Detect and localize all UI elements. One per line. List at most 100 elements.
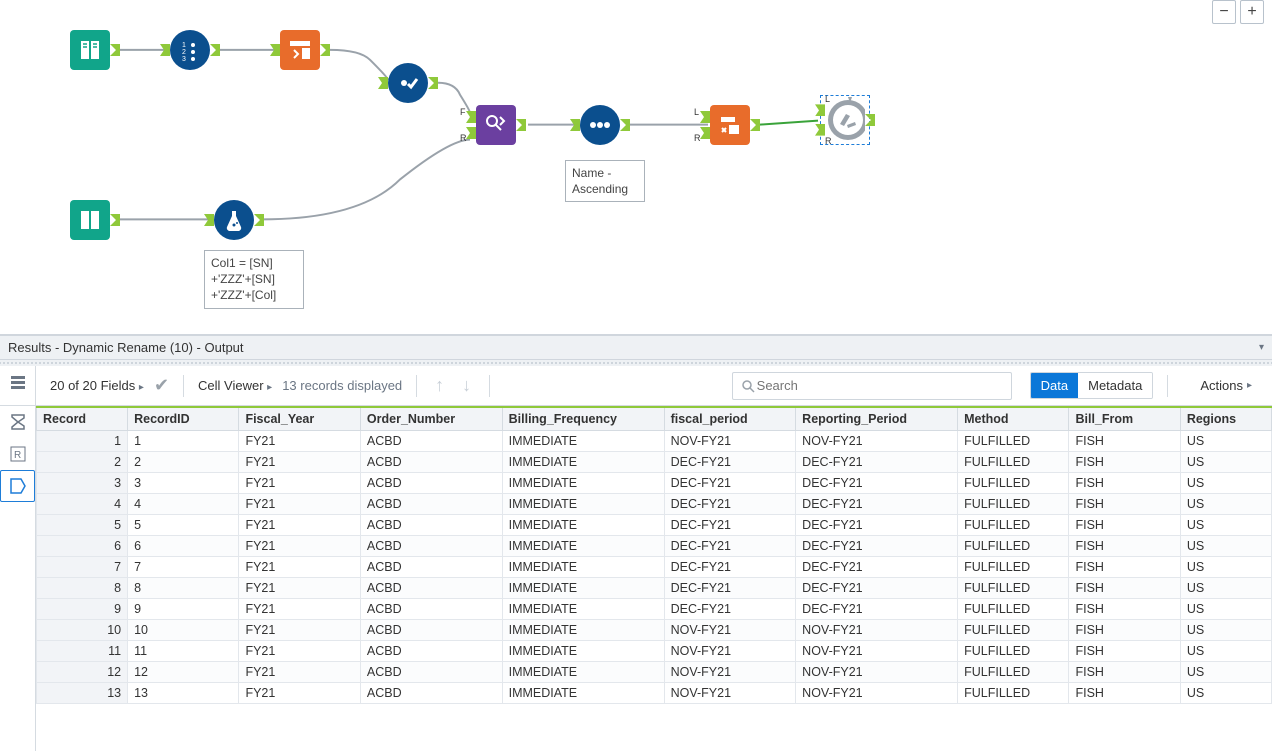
table-cell[interactable]: US — [1180, 536, 1271, 557]
table-cell[interactable]: FY21 — [239, 599, 360, 620]
column-header[interactable]: Order_Number — [360, 407, 502, 431]
table-cell[interactable]: IMMEDIATE — [502, 662, 664, 683]
table-cell[interactable]: IMMEDIATE — [502, 431, 664, 452]
find-replace-tool[interactable]: F R — [476, 105, 516, 145]
column-header[interactable]: Method — [958, 407, 1069, 431]
table-cell[interactable]: FULFILLED — [958, 599, 1069, 620]
table-cell[interactable]: DEC-FY21 — [664, 536, 796, 557]
table-cell[interactable]: NOV-FY21 — [796, 641, 958, 662]
table-cell[interactable]: FISH — [1069, 494, 1180, 515]
table-cell[interactable]: DEC-FY21 — [796, 494, 958, 515]
table-cell[interactable]: NOV-FY21 — [664, 662, 796, 683]
table-cell[interactable]: FULFILLED — [958, 620, 1069, 641]
column-header[interactable]: fiscal_period — [664, 407, 796, 431]
table-cell[interactable]: DEC-FY21 — [664, 578, 796, 599]
table-cell[interactable]: IMMEDIATE — [502, 641, 664, 662]
table-cell[interactable]: FISH — [1069, 641, 1180, 662]
collapse-chevron-icon[interactable]: ▾ — [1259, 342, 1264, 353]
table-cell[interactable]: IMMEDIATE — [502, 557, 664, 578]
table-cell[interactable]: DEC-FY21 — [664, 494, 796, 515]
table-cell[interactable]: FY21 — [239, 473, 360, 494]
table-cell[interactable]: FULFILLED — [958, 641, 1069, 662]
table-cell[interactable]: 2 — [37, 452, 128, 473]
table-row[interactable]: 77FY21ACBDIMMEDIATEDEC-FY21DEC-FY21FULFI… — [37, 557, 1272, 578]
table-cell[interactable]: DEC-FY21 — [796, 557, 958, 578]
table-cell[interactable]: 11 — [128, 641, 239, 662]
table-cell[interactable]: FY21 — [239, 494, 360, 515]
table-cell[interactable]: NOV-FY21 — [664, 431, 796, 452]
table-cell[interactable]: 6 — [128, 536, 239, 557]
column-header[interactable]: Record — [37, 407, 128, 431]
table-cell[interactable]: ACBD — [360, 578, 502, 599]
table-cell[interactable]: IMMEDIATE — [502, 536, 664, 557]
table-cell[interactable]: 1 — [128, 431, 239, 452]
table-cell[interactable]: FISH — [1069, 452, 1180, 473]
input-data-tool-2[interactable] — [70, 200, 110, 240]
table-cell[interactable]: FULFILLED — [958, 578, 1069, 599]
table-cell[interactable]: NOV-FY21 — [664, 641, 796, 662]
table-cell[interactable]: ACBD — [360, 620, 502, 641]
table-cell[interactable]: FULFILLED — [958, 557, 1069, 578]
actions-dropdown[interactable]: Actions ▸ — [1194, 378, 1258, 393]
table-cell[interactable]: US — [1180, 431, 1271, 452]
table-cell[interactable]: 10 — [128, 620, 239, 641]
column-header[interactable]: Fiscal_Year — [239, 407, 360, 431]
table-cell[interactable]: ACBD — [360, 473, 502, 494]
table-cell[interactable]: ACBD — [360, 515, 502, 536]
table-row[interactable]: 55FY21ACBDIMMEDIATEDEC-FY21DEC-FY21FULFI… — [37, 515, 1272, 536]
formula-tool[interactable] — [214, 200, 254, 240]
table-cell[interactable]: ACBD — [360, 557, 502, 578]
tab-data[interactable]: Data — [1031, 373, 1078, 398]
table-cell[interactable]: FISH — [1069, 662, 1180, 683]
table-cell[interactable]: DEC-FY21 — [796, 515, 958, 536]
table-cell[interactable]: IMMEDIATE — [502, 515, 664, 536]
table-cell[interactable]: FULFILLED — [958, 473, 1069, 494]
tab-metadata[interactable]: Metadata — [1078, 373, 1152, 398]
table-cell[interactable]: FY21 — [239, 536, 360, 557]
table-cell[interactable]: 4 — [128, 494, 239, 515]
output-tool-selected[interactable]: L R — [820, 95, 870, 145]
table-row[interactable]: 44FY21ACBDIMMEDIATEDEC-FY21DEC-FY21FULFI… — [37, 494, 1272, 515]
table-row[interactable]: 1010FY21ACBDIMMEDIATENOV-FY21NOV-FY21FUL… — [37, 620, 1272, 641]
table-cell[interactable]: ACBD — [360, 431, 502, 452]
table-cell[interactable]: DEC-FY21 — [664, 515, 796, 536]
side-tab-sigma[interactable] — [0, 406, 35, 438]
table-cell[interactable]: ACBD — [360, 683, 502, 704]
cell-viewer-dropdown[interactable]: Cell Viewer ▸ — [198, 378, 272, 393]
table-cell[interactable]: DEC-FY21 — [796, 599, 958, 620]
dynamic-rename-tool[interactable]: L R — [710, 105, 750, 145]
table-cell[interactable]: FY21 — [239, 662, 360, 683]
table-cell[interactable]: IMMEDIATE — [502, 494, 664, 515]
table-cell[interactable]: NOV-FY21 — [796, 662, 958, 683]
table-row[interactable]: 88FY21ACBDIMMEDIATEDEC-FY21DEC-FY21FULFI… — [37, 578, 1272, 599]
table-cell[interactable]: DEC-FY21 — [664, 557, 796, 578]
table-cell[interactable]: 4 — [37, 494, 128, 515]
table-cell[interactable]: FULFILLED — [958, 494, 1069, 515]
table-cell[interactable]: NOV-FY21 — [796, 683, 958, 704]
table-cell[interactable]: 3 — [37, 473, 128, 494]
column-header[interactable]: Billing_Frequency — [502, 407, 664, 431]
data-metadata-toggle[interactable]: Data Metadata — [1030, 372, 1154, 399]
table-cell[interactable]: IMMEDIATE — [502, 620, 664, 641]
table-cell[interactable]: DEC-FY21 — [796, 473, 958, 494]
table-cell[interactable]: FISH — [1069, 473, 1180, 494]
table-cell[interactable]: FY21 — [239, 641, 360, 662]
table-cell[interactable]: NOV-FY21 — [796, 620, 958, 641]
fields-dropdown[interactable]: 20 of 20 Fields ▸ — [50, 378, 144, 393]
table-cell[interactable]: DEC-FY21 — [664, 599, 796, 620]
table-cell[interactable]: NOV-FY21 — [664, 683, 796, 704]
table-cell[interactable]: IMMEDIATE — [502, 683, 664, 704]
results-table[interactable]: RecordRecordIDFiscal_YearOrder_NumberBil… — [36, 406, 1272, 704]
table-cell[interactable]: ACBD — [360, 599, 502, 620]
search-field[interactable] — [732, 372, 1012, 400]
table-cell[interactable]: US — [1180, 662, 1271, 683]
table-cell[interactable]: US — [1180, 599, 1271, 620]
table-cell[interactable]: NOV-FY21 — [664, 620, 796, 641]
table-row[interactable]: 1313FY21ACBDIMMEDIATENOV-FY21NOV-FY21FUL… — [37, 683, 1272, 704]
table-cell[interactable]: FY21 — [239, 578, 360, 599]
table-cell[interactable]: ACBD — [360, 452, 502, 473]
input-data-tool[interactable] — [70, 30, 110, 70]
table-cell[interactable]: US — [1180, 683, 1271, 704]
apply-check-icon[interactable]: ✔ — [154, 375, 169, 396]
table-cell[interactable]: 6 — [37, 536, 128, 557]
